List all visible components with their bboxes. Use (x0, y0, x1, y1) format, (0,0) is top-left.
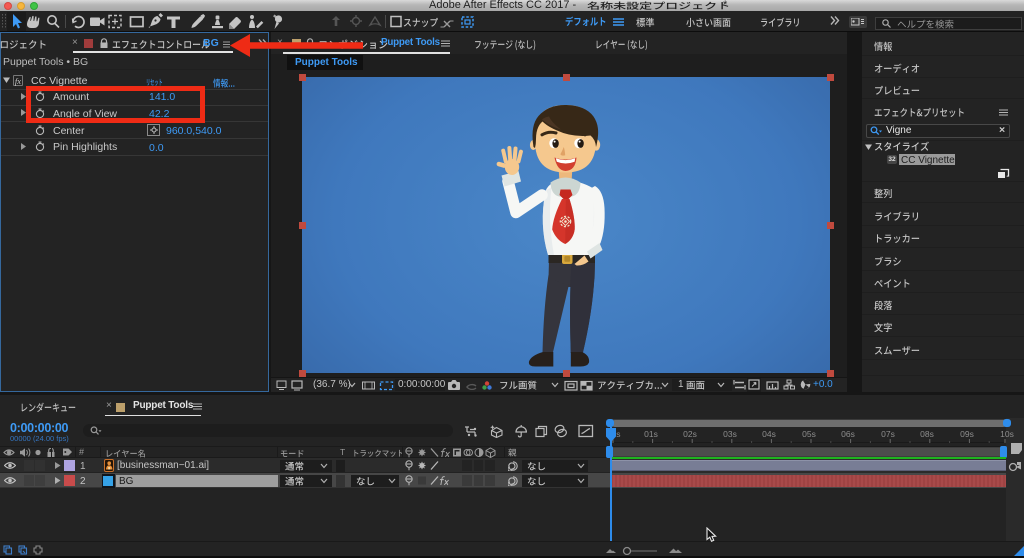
svg-text:01s: 01s (644, 429, 658, 439)
svg-text:10s: 10s (1000, 429, 1014, 439)
svg-text:07s: 07s (881, 429, 895, 439)
svg-text:03s: 03s (723, 429, 737, 439)
svg-text:05s: 05s (802, 429, 816, 439)
svg-text:06s: 06s (841, 429, 855, 439)
svg-text:08s: 08s (920, 429, 934, 439)
svg-text:04s: 04s (762, 429, 776, 439)
svg-text:09s: 09s (960, 429, 974, 439)
svg-text:02s: 02s (683, 429, 697, 439)
